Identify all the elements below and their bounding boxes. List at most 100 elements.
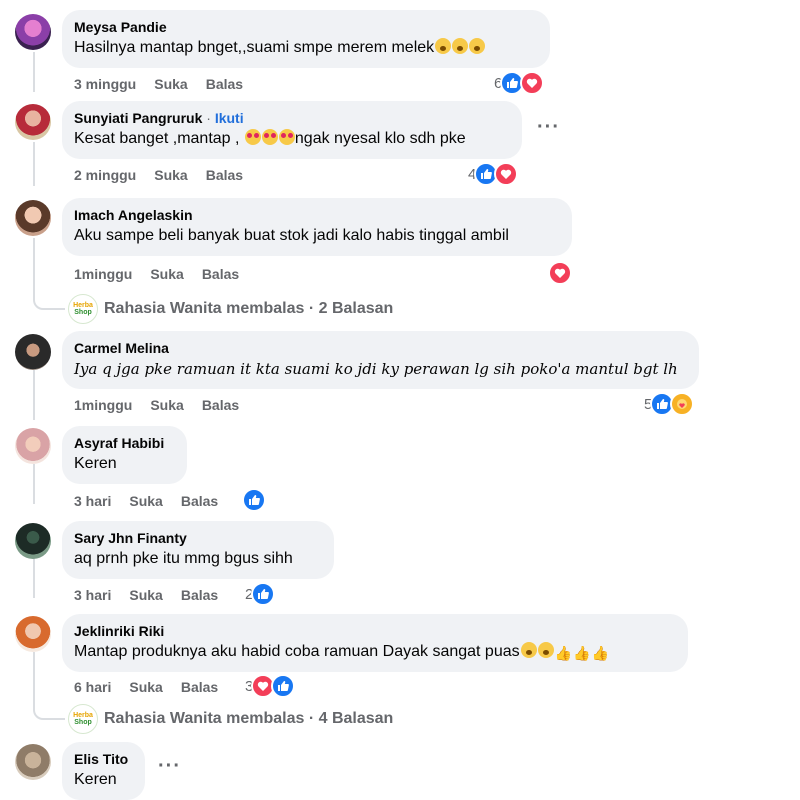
avatar[interactable] [15,523,51,559]
comment-text: Mantap produknya aku habid coba ramuan D… [74,641,676,663]
thread-line [33,370,35,420]
comment-text-body: ngak nyesal klo sdh pke [294,130,466,147]
care-reaction-icon [670,392,695,416]
comment-bubble: Sary Jhn Finanty aq prnh pke itu mmg bgu… [62,521,334,579]
like-button[interactable]: Suka [150,266,183,282]
comment-time[interactable]: 3 minggu [74,76,136,92]
view-replies-link[interactable]: Herba Shop Rahasia Wanita membalas · 4 Ba… [68,704,393,734]
comment-text: aq prnh pke itu mmg bgus sihh [74,550,293,567]
shock-emoji-icon [452,38,469,54]
more-options-icon[interactable]: ··· [158,755,181,778]
reaction-summary[interactable]: 2 [245,582,276,606]
heart-eyes-emoji-icon [278,129,295,145]
reaction-summary[interactable] [242,488,266,512]
thread-line [33,652,35,702]
reply-button[interactable]: Balas [206,167,243,183]
separator-dot: · [206,110,211,126]
comment-time[interactable]: 1minggu [74,397,132,413]
shock-emoji-icon [537,642,554,658]
comment-author[interactable]: Asyraf Habibi [74,434,175,452]
comment-bubble: Sunyiati Pangruruk · Ikuti Kesat banget … [62,101,522,159]
view-replies-link[interactable]: Herba Shop Rahasia Wanita membalas · 2 Ba… [68,294,393,324]
logo-text: Herba [73,302,93,309]
reaction-summary[interactable]: 5 [644,392,695,416]
like-button[interactable]: Suka [129,679,162,695]
comment-text: Aku sampe beli banyak buat stok jadi kal… [74,227,509,244]
love-reaction-icon [520,71,545,95]
comment-time[interactable]: 3 hari [74,587,111,603]
reply-count: 2 Balasan [318,300,394,317]
avatar[interactable] [15,334,51,370]
reaction-summary[interactable]: 3 [245,674,296,698]
comment-time[interactable]: 1minggu [74,266,132,282]
comment-bubble: Carmel Melina Iya q jga pke ramuan it kt… [62,331,699,389]
like-reaction-icon [242,488,266,512]
reply-button[interactable]: Balas [202,397,239,413]
avatar[interactable] [15,104,51,140]
comment-author[interactable]: Sary Jhn Finanty [74,529,322,547]
avatar[interactable] [15,616,51,652]
avatar[interactable] [15,200,51,236]
comment-time[interactable]: 6 hari [74,679,111,695]
like-button[interactable]: Suka [129,493,162,509]
comment-time[interactable]: 3 hari [74,493,111,509]
thumbs-up-emoji-icon: 👍 [554,645,573,661]
reaction-summary[interactable]: 6 [494,71,545,95]
more-options-icon[interactable]: ··· [537,116,560,139]
avatar[interactable] [15,14,51,50]
reaction-summary[interactable] [548,261,572,285]
love-reaction-icon [548,261,572,285]
comment-actions: 1minggu Suka Balas [74,396,257,414]
thread-line [33,464,35,504]
reply-author: Rahasia Wanita membalas [104,300,305,317]
comment-author-name[interactable]: Sunyiati Pangruruk [74,110,202,126]
comment-bubble: Imach Angelaskin Aku sampe beli banyak b… [62,198,572,256]
thumbs-up-emoji-icon: 👍 [573,645,591,661]
like-button[interactable]: Suka [154,167,187,183]
reply-button[interactable]: Balas [181,493,218,509]
avatar[interactable] [15,428,51,464]
reply-count: 4 Balasan [318,710,394,727]
comment-text: Keren [74,455,117,472]
love-reaction-icon [494,162,519,186]
shock-emoji-icon [520,642,537,658]
comment-text: Keren [74,771,117,788]
comment-actions: 3 hari Suka Balas [74,586,236,604]
heart-eyes-emoji-icon [261,129,278,145]
reply-button[interactable]: Balas [181,679,218,695]
logo-text: Herba [73,712,93,719]
comment-bubble: Jeklinriki Riki Mantap produknya aku hab… [62,614,688,672]
like-button[interactable]: Suka [150,397,183,413]
comment-bubble: Meysa Pandie Hasilnya mantap bnget,,suam… [62,10,550,68]
follow-button[interactable]: Ikuti [215,110,244,126]
comment-author: Sunyiati Pangruruk · Ikuti [74,109,510,127]
comment-bubble: Elis Tito Keren [62,742,145,800]
heart-eyes-emoji-icon [244,129,261,145]
shock-emoji-icon [435,38,452,54]
comment-bubble: Asyraf Habibi Keren [62,426,187,484]
comment-actions: 1minggu Suka Balas [74,265,257,283]
comment-text-body: Kesat banget ,mantap , [74,130,240,147]
comment-time[interactable]: 2 minggu [74,167,136,183]
logo-text: Shop [74,719,92,726]
comment-author[interactable]: Elis Tito [74,750,133,768]
comment-author[interactable]: Jeklinriki Riki [74,622,676,640]
reaction-summary[interactable]: 4 [468,162,519,186]
like-button[interactable]: Suka [129,587,162,603]
like-reaction-icon [251,582,276,606]
thread-line [33,238,35,294]
avatar[interactable] [15,744,51,780]
comment-author[interactable]: Meysa Pandie [74,18,538,36]
reply-button[interactable]: Balas [202,266,239,282]
comment-text: Kesat banget ,mantap , ngak nyesal klo s… [74,128,510,150]
comment-author[interactable]: Carmel Melina [74,339,687,357]
comment-text-body: Hasilnya mantap bnget,,suami smpe merem … [74,39,435,56]
comment-author[interactable]: Imach Angelaskin [74,206,560,224]
comment-text-body: Mantap produknya aku habid coba ramuan D… [74,643,520,660]
reply-button[interactable]: Balas [181,587,218,603]
like-button[interactable]: Suka [154,76,187,92]
reply-button[interactable]: Balas [206,76,243,92]
comment-actions: 3 hari Suka Balas [74,492,236,510]
thumbs-up-emoji-icon: 👍 [591,645,609,661]
thread-line [33,52,35,92]
